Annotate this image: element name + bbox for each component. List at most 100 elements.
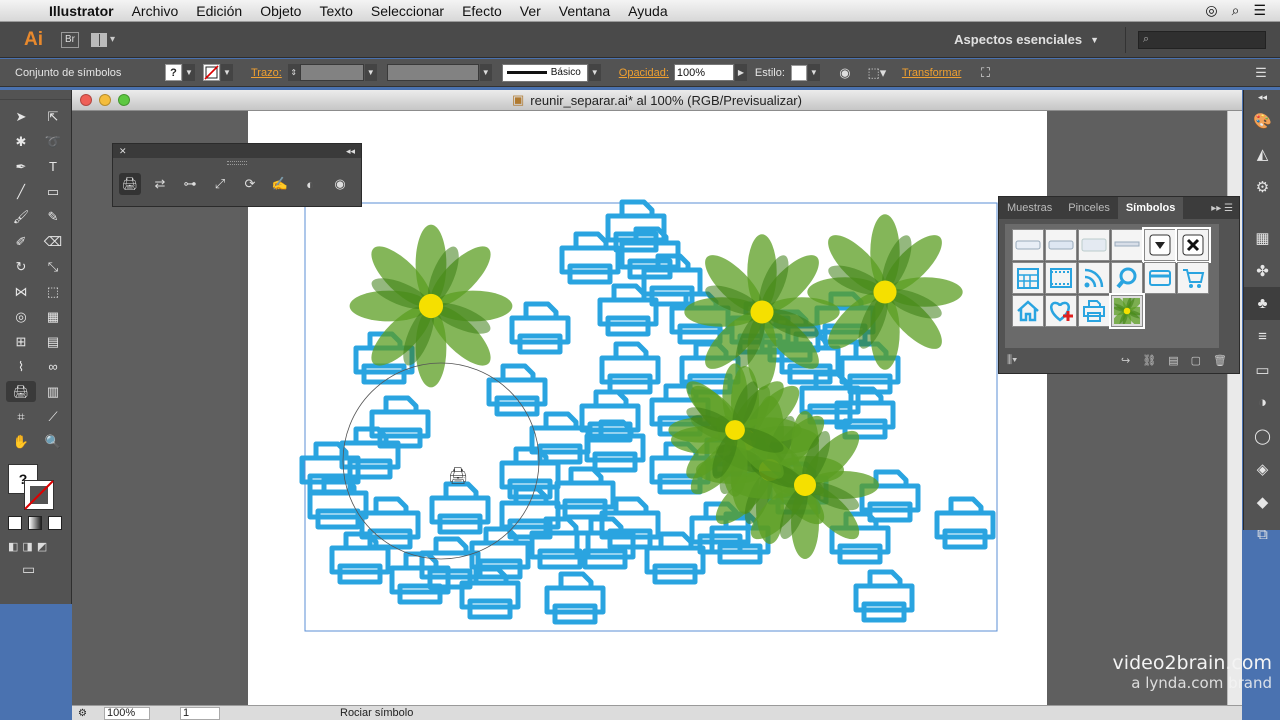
blend-tool-icon[interactable]: ∞ — [38, 356, 68, 377]
symbol-rss[interactable] — [1078, 262, 1110, 294]
panel-menu-icon[interactable]: ▸▸ ☰ — [1211, 203, 1239, 214]
blob-brush-tool-icon[interactable]: ✐ — [6, 231, 36, 252]
stroke-panel-icon[interactable]: ≡ — [1244, 320, 1280, 353]
pencil-tool-icon[interactable]: ✎ — [38, 206, 68, 227]
symbol-sprayer-icon[interactable]: 🖨 — [119, 173, 141, 195]
status-options-icon[interactable]: ⚙ — [78, 708, 87, 719]
layers-panel-icon[interactable]: ◆ — [1244, 485, 1280, 518]
opacity-arrow[interactable]: ▶ — [734, 64, 747, 81]
slice-tool-icon[interactable]: ⟋ — [38, 406, 68, 427]
new-symbol-icon[interactable]: ▢ — [1191, 354, 1201, 367]
color-mode-icon[interactable] — [8, 516, 22, 530]
symbol-search[interactable] — [1111, 262, 1143, 294]
symbol-dropdown[interactable] — [1142, 227, 1178, 263]
artboard-tool-icon[interactable]: ⌗ — [6, 406, 36, 427]
close-panel-icon[interactable]: ✕ — [119, 146, 127, 157]
zoom-level-input[interactable]: 100% — [104, 706, 150, 720]
break-link-icon[interactable]: ⛓ — [1142, 354, 1156, 367]
symbol-stainer-icon[interactable]: ✍ — [269, 173, 291, 195]
menu-app[interactable]: Illustrator — [40, 3, 123, 19]
minimize-window-button[interactable] — [99, 94, 111, 106]
zoom-tool-icon[interactable]: 🔍 — [38, 431, 68, 452]
rotate-tool-icon[interactable]: ↻ — [6, 256, 36, 277]
symbol-calendar[interactable] — [1012, 262, 1044, 294]
stroke-weight-input[interactable] — [299, 64, 364, 81]
pen-tool-icon[interactable]: ✒ — [6, 156, 36, 177]
align-to-icon[interactable]: ⬚▾ — [867, 64, 886, 82]
direct-selection-tool-icon[interactable]: ⇱ — [38, 106, 68, 127]
symbol-film[interactable] — [1045, 262, 1077, 294]
color-panel-icon[interactable]: 🎨 — [1244, 104, 1280, 137]
artboard[interactable] — [248, 111, 1047, 705]
rectangle-tool-icon[interactable]: ▭ — [38, 181, 68, 202]
graphic-style-dropdown[interactable]: ▼ — [807, 64, 820, 81]
control-menu-icon[interactable]: ☰ — [1252, 64, 1270, 82]
brushes-panel-icon[interactable]: ✤ — [1244, 254, 1280, 287]
menu-ventana[interactable]: Ventana — [550, 3, 619, 19]
isolate-icon[interactable]: ⛶ — [976, 64, 994, 82]
symbol-styler-icon[interactable]: ◉ — [329, 173, 351, 195]
menu-texto[interactable]: Texto — [310, 3, 361, 19]
eyedropper-tool-icon[interactable]: ⌇ — [6, 356, 36, 377]
gradient-mode-icon[interactable] — [28, 516, 42, 530]
fill-stroke-widget[interactable]: ? — [6, 462, 66, 512]
menu-efecto[interactable]: Efecto — [453, 3, 511, 19]
symbol-flower[interactable] — [1109, 293, 1145, 329]
symbol-screener-icon[interactable]: ◐ — [299, 173, 321, 195]
stroke-swatch[interactable] — [203, 64, 220, 81]
width-profile-dropdown[interactable]: ▼ — [479, 64, 492, 81]
symbol-spinner-icon[interactable]: ⟳ — [239, 173, 261, 195]
symbol-cart[interactable] — [1177, 262, 1209, 294]
menu-ver[interactable]: Ver — [511, 3, 550, 19]
perspective-grid-tool-icon[interactable]: ▦ — [38, 306, 68, 327]
arrange-documents-button[interactable]: ▾ — [91, 32, 115, 47]
menu-ayuda[interactable]: Ayuda — [619, 3, 676, 19]
scale-tool-icon[interactable]: ⤡ — [38, 256, 68, 277]
symbol-home[interactable] — [1012, 295, 1044, 327]
symbol-printer[interactable] — [1078, 295, 1110, 327]
symbol-health[interactable] — [1045, 295, 1077, 327]
color-guide-icon[interactable]: ◭ — [1244, 137, 1280, 170]
symbol-button-1[interactable] — [1012, 229, 1044, 261]
menu-seleccionar[interactable]: Seleccionar — [362, 3, 453, 19]
place-symbol-instance-icon[interactable]: ↪ — [1121, 354, 1130, 367]
opacity-label[interactable]: Opacidad: — [619, 67, 669, 79]
hand-tool-icon[interactable]: ✋ — [6, 431, 36, 452]
tab-muestras[interactable]: Muestras — [999, 197, 1060, 219]
symbol-button-2[interactable] — [1045, 229, 1077, 261]
spotlight-search-icon[interactable]: ⌕ — [1232, 2, 1240, 19]
symbol-scruncher-icon[interactable]: ⊶ — [179, 173, 201, 195]
symbol-libraries-menu-icon[interactable]: ⫼▾ — [999, 354, 1017, 367]
free-transform-tool-icon[interactable]: ⬚ — [38, 281, 68, 302]
kuler-icon[interactable]: ⚙ — [1244, 170, 1280, 203]
fill-swatch[interactable]: ? — [165, 64, 182, 81]
help-search-input[interactable]: ⌕ — [1138, 30, 1266, 49]
collapse-panel-icon[interactable]: ◂◂ — [346, 146, 355, 157]
zoom-window-button[interactable] — [118, 94, 130, 106]
recolor-artwork-icon[interactable]: ◉ — [836, 64, 854, 82]
none-mode-icon[interactable] — [48, 516, 62, 530]
magic-wand-tool-icon[interactable]: ✱ — [6, 131, 36, 152]
fill-dropdown[interactable]: ▼ — [183, 64, 195, 81]
shape-builder-tool-icon[interactable]: ◎ — [6, 306, 36, 327]
column-graph-tool-icon[interactable]: ▥ — [38, 381, 68, 402]
menu-edicion[interactable]: Edición — [187, 3, 251, 19]
symbols-panel-icon[interactable]: ♣ — [1244, 287, 1280, 320]
stroke-dropdown[interactable]: ▼ — [221, 64, 233, 81]
symbol-close[interactable] — [1175, 227, 1211, 263]
workspace-switcher[interactable]: Aspectos esenciales ▼ — [954, 32, 1099, 47]
draw-inside-icon[interactable]: ◩ — [37, 540, 47, 553]
notification-list-icon[interactable]: ☰ — [1253, 2, 1266, 19]
bridge-button[interactable]: Br — [61, 31, 79, 48]
opacity-input[interactable]: 100% — [673, 64, 734, 81]
screen-mode-icon[interactable]: ▭ — [0, 559, 71, 580]
status-current-tool[interactable]: Rociar símbolo — [340, 707, 413, 719]
brush-dropdown[interactable]: ▼ — [588, 64, 601, 81]
appearance-panel-icon[interactable]: ◯ — [1244, 419, 1280, 452]
stroke-weight-field[interactable]: ⇕ ▼ — [287, 64, 377, 81]
stroke-label[interactable]: Trazo: — [251, 67, 282, 79]
brush-definition[interactable]: Básico ▼ — [501, 63, 601, 82]
stroke-weight-dropdown[interactable]: ▼ — [364, 64, 377, 81]
delete-symbol-icon[interactable]: 🗑 — [1213, 354, 1227, 367]
mesh-tool-icon[interactable]: ⊞ — [6, 331, 36, 352]
